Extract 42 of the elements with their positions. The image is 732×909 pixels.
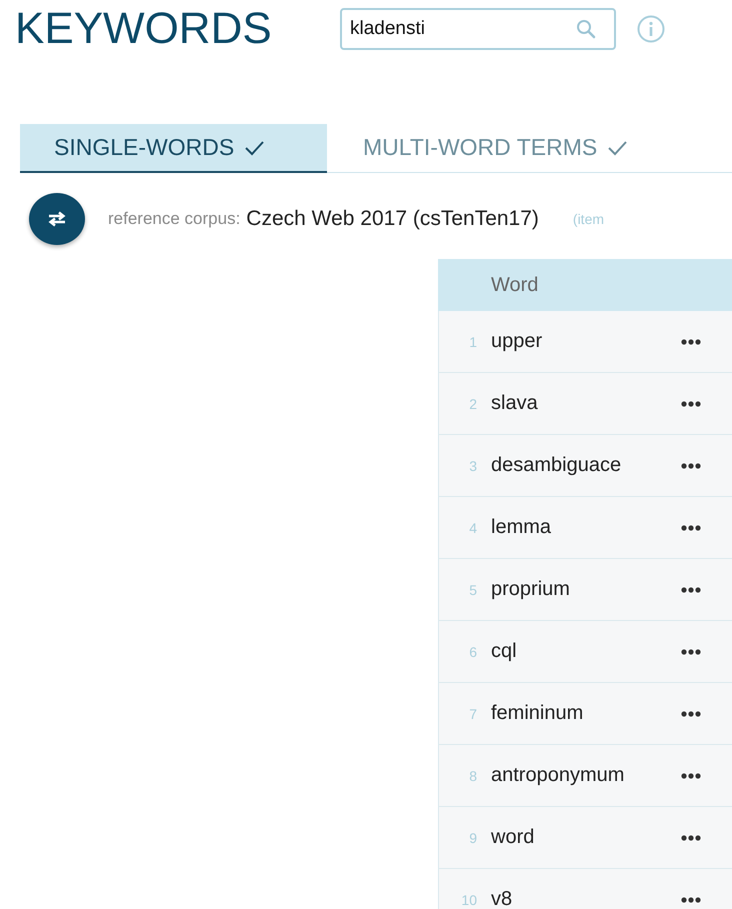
row-number: 9 — [468, 830, 478, 846]
more-icon[interactable] — [681, 524, 701, 530]
word-cell-text: slava — [491, 392, 539, 415]
more-icon[interactable] — [681, 338, 701, 344]
word-cell-text: femininum — [491, 702, 584, 725]
word-cell-text: word — [491, 826, 536, 849]
word-cell-text: upper — [491, 330, 544, 353]
more-icon[interactable] — [681, 772, 701, 778]
more-icon[interactable] — [681, 648, 701, 654]
word-cell-text: lemma — [491, 516, 552, 539]
more-icon[interactable] — [681, 710, 701, 716]
row-number: 2 — [468, 396, 478, 412]
more-icon[interactable] — [681, 586, 701, 592]
row-number: 4 — [468, 520, 478, 536]
word-cell-text: proprium — [491, 578, 571, 601]
row-number: 3 — [468, 458, 478, 474]
reference-label: reference corpus: — [108, 209, 240, 229]
check-icon — [607, 140, 628, 156]
row-number: 6 — [468, 644, 478, 660]
word-cell-text: v8 — [491, 888, 514, 909]
tab[interactable]: SINGLE-WORDS — [20, 124, 327, 173]
item-note: (item — [572, 211, 604, 227]
row-number: 8 — [468, 768, 478, 784]
reference-corpus: Czech Web 2017 (csTenTen17) — [246, 207, 539, 231]
search-field[interactable]: kladensti — [340, 8, 616, 50]
row-number: 5 — [468, 582, 478, 598]
word-cell-text: antroponymum — [491, 764, 626, 787]
more-icon[interactable] — [681, 462, 701, 468]
more-icon[interactable] — [681, 400, 701, 406]
check-icon — [244, 140, 264, 156]
word-cell-text: desambiguace — [491, 454, 622, 477]
row-number: 10 — [460, 892, 478, 908]
page-title: KEYWORDS — [15, 6, 273, 52]
row-number: 7 — [468, 706, 478, 722]
search-icon — [576, 19, 596, 39]
row-number: 1 — [468, 334, 478, 350]
more-icon[interactable] — [681, 896, 701, 902]
column-header: Word — [491, 274, 538, 296]
more-icon[interactable] — [681, 834, 701, 840]
word-cell-text: cql — [491, 640, 518, 663]
swap-arrows-icon — [46, 211, 68, 227]
swap-button[interactable] — [29, 193, 85, 245]
